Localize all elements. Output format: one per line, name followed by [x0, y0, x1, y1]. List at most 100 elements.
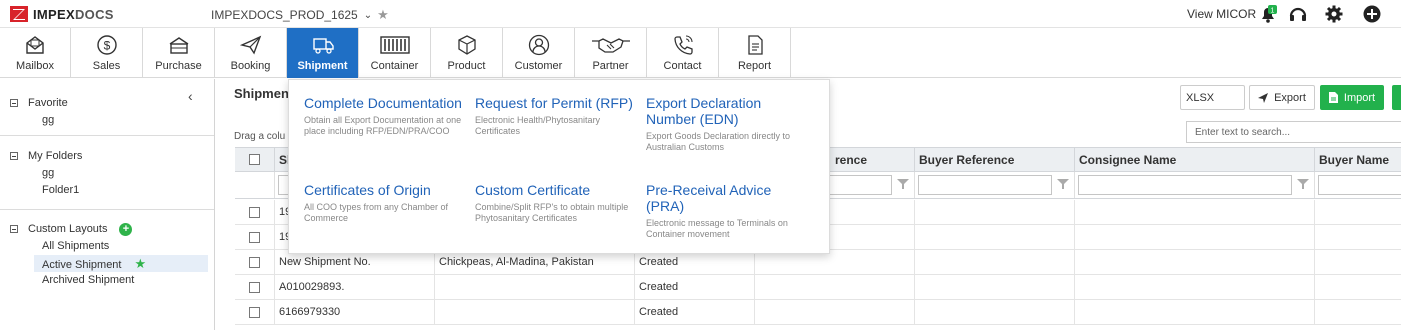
- layout-item-archived-shipment[interactable]: Archived Shipment: [0, 272, 214, 289]
- chevron-down-icon: ⌄: [363, 9, 373, 21]
- purchase-icon: [169, 37, 188, 54]
- grid-cell: [1075, 275, 1315, 299]
- grid-cell: [1315, 275, 1401, 299]
- module-sales[interactable]: $ Sales: [71, 28, 143, 78]
- gear-icon[interactable]: [1324, 4, 1344, 24]
- module-partner[interactable]: Partner: [575, 28, 647, 78]
- export-label: Export: [1274, 91, 1306, 104]
- module-report[interactable]: Report: [719, 28, 791, 78]
- bell-icon[interactable]: 1: [1258, 4, 1278, 24]
- instance-name: IMPEXDOCS_PROD_1625: [211, 8, 358, 22]
- grid-cell: [755, 275, 915, 299]
- filter-cell: [235, 172, 275, 198]
- favorite-item-gg[interactable]: gg: [0, 112, 214, 129]
- menu-item-title: Custom Certificate: [475, 182, 591, 198]
- add-layout-icon[interactable]: +: [119, 222, 133, 236]
- filter-input[interactable]: [1318, 175, 1401, 195]
- menu-item-complete-documentation[interactable]: Complete Documentation Obtain all Export…: [304, 95, 469, 137]
- menu-item-description: All COO types from any Chamber of Commer…: [304, 202, 449, 223]
- more-actions-button[interactable]: [1392, 85, 1401, 110]
- default-star-icon[interactable]: ★: [135, 256, 147, 271]
- group-drag-hint: Drag a colu: [234, 131, 286, 142]
- grid-cell: [915, 200, 1075, 224]
- menu-item-description: Combine/Split RFP's to obtain multiple P…: [475, 202, 629, 223]
- filter-cell: [1315, 172, 1401, 198]
- container-icon: [379, 36, 410, 54]
- table-row[interactable]: A010029893. Created: [235, 275, 1401, 300]
- menu-item-pre-receival-advice[interactable]: Pre-Receival Advice (PRA) Electronic mes…: [646, 182, 811, 240]
- row-checkbox[interactable]: [249, 282, 260, 293]
- top-bar: IMPEXDOCS IMPEXDOCS_PROD_1625 ⌄ ★ View M…: [0, 0, 1401, 28]
- menu-item-title: Request for Permit (RFP): [475, 95, 633, 111]
- column-header[interactable]: Buyer Reference: [915, 148, 1075, 172]
- row-checkbox[interactable]: [249, 232, 260, 243]
- module-contact[interactable]: Contact: [647, 28, 719, 78]
- custom-layouts-header[interactable]: Custom Layouts +: [0, 220, 214, 238]
- menu-item-export-declaration[interactable]: Export Declaration Number (EDN) Export G…: [646, 95, 811, 153]
- module-label: Product: [447, 60, 486, 72]
- layout-item-all-shipments[interactable]: All Shipments: [0, 238, 214, 255]
- module-container[interactable]: Container: [359, 28, 431, 78]
- module-customer[interactable]: Customer: [503, 28, 575, 78]
- handshake-icon: [591, 38, 630, 53]
- menu-item-title: Export Declaration Number (EDN): [646, 95, 762, 127]
- module-label: Container: [370, 60, 419, 72]
- module-product[interactable]: Product: [431, 28, 503, 78]
- table-row[interactable]: 6166979330 Created: [235, 300, 1401, 325]
- collapse-toggle-icon[interactable]: [10, 99, 18, 107]
- column-header[interactable]: Consignee Name: [1075, 148, 1315, 172]
- grid-cell: [1315, 250, 1401, 274]
- my-folders-header[interactable]: My Folders: [0, 147, 214, 165]
- filter-input[interactable]: [1078, 175, 1292, 195]
- row-checkbox[interactable]: [249, 207, 260, 218]
- module-label: Mailbox: [16, 60, 54, 72]
- menu-item-certificates-of-origin[interactable]: Certificates of Origin All COO types fro…: [304, 182, 469, 224]
- module-booking[interactable]: Booking: [215, 28, 287, 78]
- menu-item-custom-certificate[interactable]: Custom Certificate Combine/Split RFP's t…: [475, 182, 640, 224]
- search-input[interactable]: Enter text to search...: [1186, 121, 1401, 143]
- view-user-label[interactable]: View MICOR: [1187, 7, 1256, 21]
- headset-icon[interactable]: [1288, 4, 1308, 24]
- row-select-cell: [235, 300, 275, 324]
- custom-layouts-section: Custom Layouts + All Shipments Active Sh…: [0, 220, 214, 289]
- select-all-checkbox[interactable]: [249, 154, 260, 165]
- favorite-star-icon[interactable]: ★: [377, 7, 389, 23]
- folder-item-folder1[interactable]: Folder1: [0, 182, 214, 199]
- row-select-cell: [235, 250, 275, 274]
- grid-cell: [1075, 225, 1315, 249]
- menu-item-title: Certificates of Origin: [304, 182, 431, 198]
- add-circle-icon[interactable]: [1362, 4, 1382, 24]
- phone-icon: [673, 35, 693, 55]
- grid-cell: [1315, 300, 1401, 324]
- module-shipment[interactable]: Shipment: [287, 28, 359, 78]
- impexdocs-logo[interactable]: IMPEXDOCS: [10, 6, 114, 22]
- filter-icon[interactable]: [1057, 178, 1069, 190]
- folder-item-gg[interactable]: gg: [0, 165, 214, 182]
- menu-item-title: Pre-Receival Advice (PRA): [646, 182, 772, 214]
- grid-cell: [915, 275, 1075, 299]
- logo-icon: [10, 6, 28, 22]
- filter-cell: [915, 172, 1075, 198]
- export-button[interactable]: Export: [1249, 85, 1315, 110]
- import-button[interactable]: Import: [1320, 85, 1384, 110]
- status-cell: Created: [635, 275, 755, 299]
- export-format-select[interactable]: XLSX: [1180, 85, 1245, 110]
- row-checkbox[interactable]: [249, 257, 260, 268]
- filter-input[interactable]: [918, 175, 1052, 195]
- filter-icon[interactable]: [897, 178, 909, 190]
- sidebar: ‹ Favorite gg My Folders gg Folder1 Cust…: [0, 79, 215, 330]
- column-header[interactable]: Buyer Name: [1315, 148, 1401, 172]
- instance-selector[interactable]: IMPEXDOCS_PROD_1625 ⌄ ★: [211, 7, 389, 23]
- shipment-no-cell: A010029893.: [275, 275, 435, 299]
- module-mailbox[interactable]: Mailbox: [0, 28, 71, 78]
- collapse-toggle-icon[interactable]: [10, 152, 18, 160]
- favorite-header[interactable]: Favorite: [0, 94, 214, 112]
- row-checkbox[interactable]: [249, 307, 260, 318]
- filter-icon[interactable]: [1297, 178, 1309, 190]
- collapse-toggle-icon[interactable]: [10, 225, 18, 233]
- layout-item-active-shipment[interactable]: Active Shipment ★: [34, 255, 208, 272]
- grid-cell: [1075, 250, 1315, 274]
- logo-text: IMPEXDOCS: [33, 6, 114, 22]
- menu-item-request-for-permit[interactable]: Request for Permit (RFP) Electronic Heal…: [475, 95, 640, 137]
- module-purchase[interactable]: Purchase: [143, 28, 215, 78]
